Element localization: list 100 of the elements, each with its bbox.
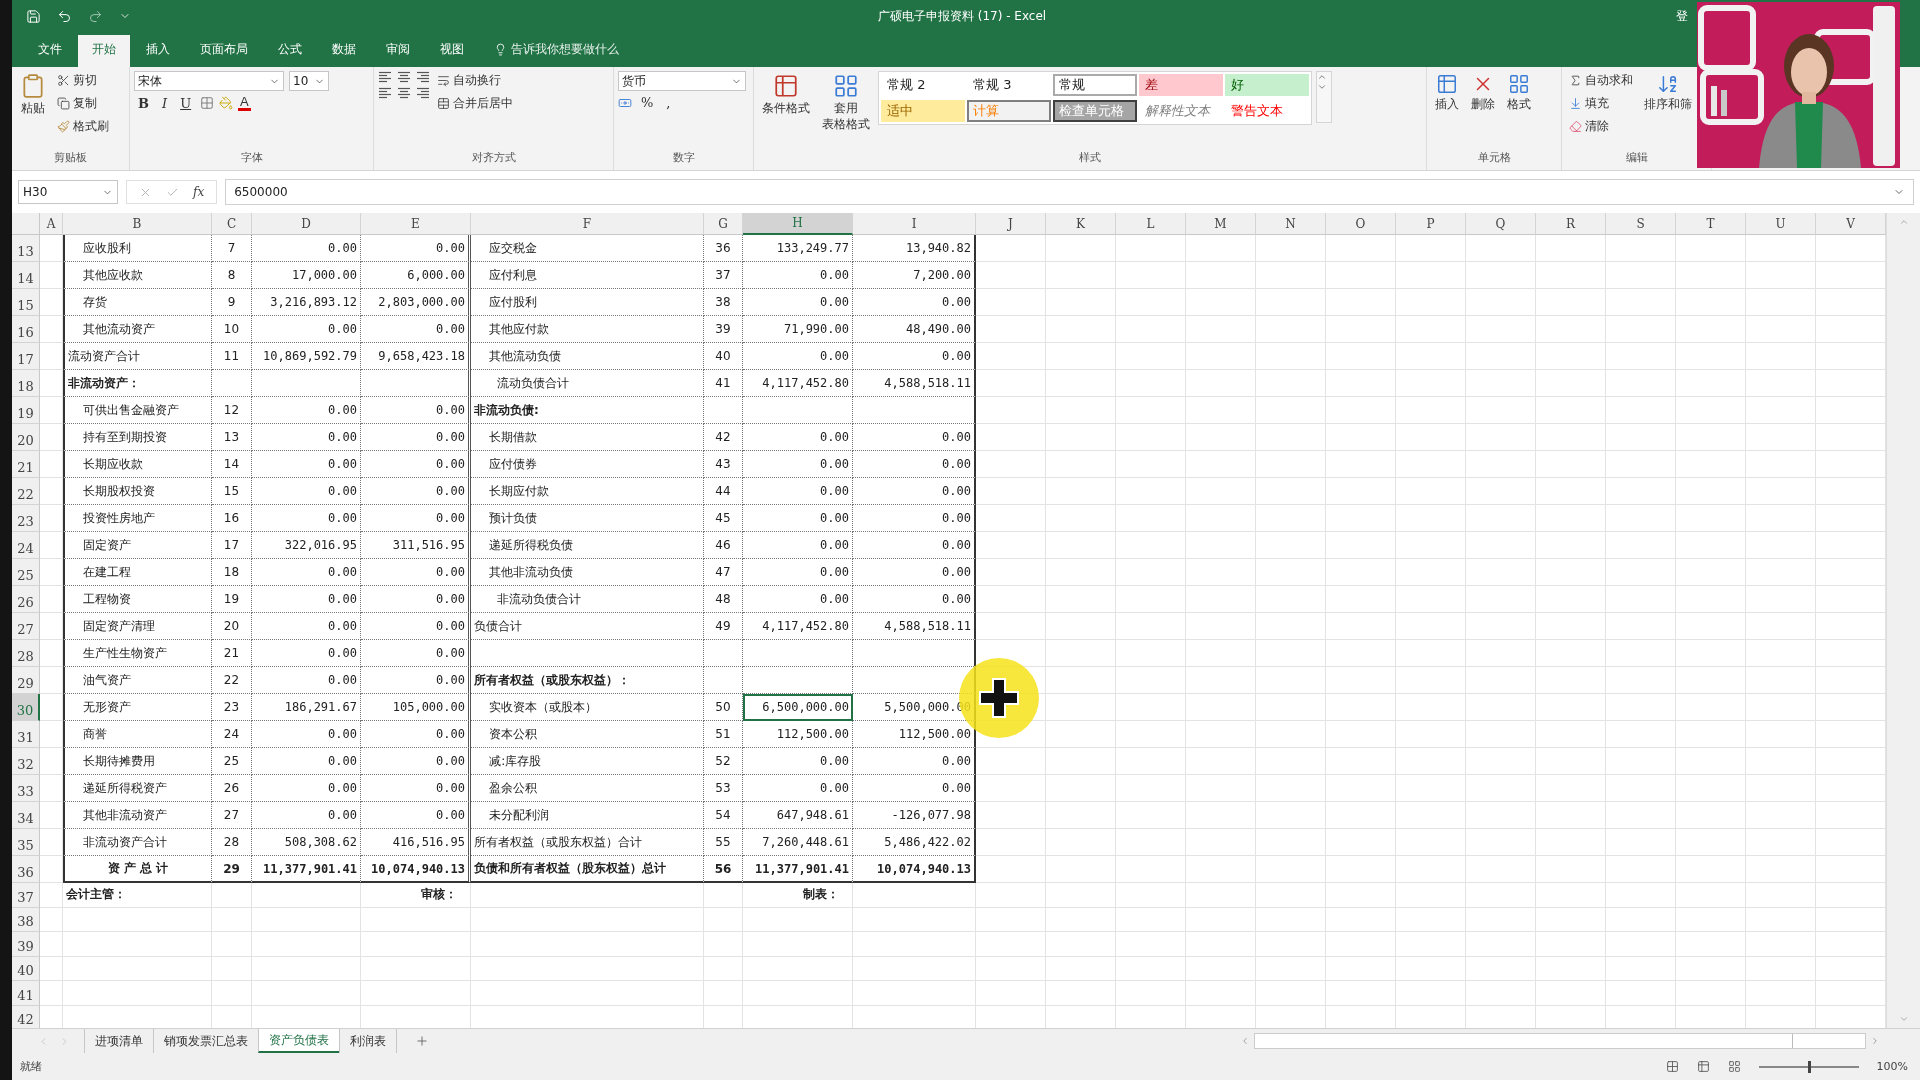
cell-style-option[interactable]: 差 (1139, 74, 1223, 96)
row-header[interactable]: 35 (12, 829, 40, 856)
wrap-text-button[interactable]: 自动换行 (434, 71, 516, 90)
ribbon-tab[interactable]: 开始 (78, 35, 130, 67)
underline-button[interactable]: U (176, 95, 196, 111)
cut-button[interactable]: 剪切 (54, 71, 112, 90)
row-header[interactable]: 30 (12, 694, 40, 721)
column-header[interactable]: F (471, 213, 704, 235)
horizontal-scrollbar[interactable] (1254, 1033, 1866, 1049)
row-header[interactable]: 24 (12, 532, 40, 559)
row-header[interactable]: 15 (12, 289, 40, 316)
sheet-tab[interactable]: 资产负债表 (258, 1029, 339, 1053)
column-header[interactable]: U (1746, 213, 1816, 235)
align-left-icon[interactable] (378, 87, 392, 99)
autosum-button[interactable]: 自动求和 (1566, 71, 1636, 90)
row-header[interactable]: 34 (12, 802, 40, 829)
column-header[interactable]: O (1326, 213, 1396, 235)
column-header[interactable]: C (212, 213, 252, 235)
format-painter-button[interactable]: 格式刷 (54, 117, 112, 136)
row-header[interactable]: 41 (12, 981, 40, 1006)
italic-button[interactable]: I (158, 95, 172, 111)
align-right-icon[interactable] (416, 87, 430, 99)
ribbon-tab[interactable]: 视图 (426, 35, 478, 67)
formula-field[interactable]: 6500000 (225, 179, 1914, 205)
column-header[interactable]: D (252, 213, 361, 235)
column-header[interactable]: V (1816, 213, 1886, 235)
row-header[interactable]: 25 (12, 559, 40, 586)
row-header[interactable]: 22 (12, 478, 40, 505)
align-right-icon[interactable] (416, 71, 430, 83)
conditional-format-button[interactable]: 条件格式 (758, 71, 814, 118)
row-header[interactable]: 13 (12, 235, 40, 262)
row-header[interactable]: 42 (12, 1005, 40, 1028)
font-size-field[interactable]: 10 (289, 71, 329, 91)
column-header[interactable]: N (1256, 213, 1326, 235)
ribbon-tab[interactable]: 公式 (264, 35, 316, 67)
column-header[interactable]: H (743, 213, 853, 235)
row-header[interactable]: 40 (12, 956, 40, 981)
row-header[interactable]: 31 (12, 721, 40, 748)
row-header[interactable]: 17 (12, 343, 40, 370)
row-header[interactable]: 18 (12, 370, 40, 397)
cell-style-option[interactable]: 常规 (1053, 74, 1137, 96)
zoom-level[interactable]: 100% (1876, 1060, 1908, 1073)
row-header[interactable]: 14 (12, 262, 40, 289)
ribbon-tab[interactable]: 文件 (24, 35, 76, 67)
format-button[interactable]: 格式 (1503, 71, 1535, 114)
merge-center-button[interactable]: 合并后居中 (434, 94, 516, 113)
column-header[interactable]: S (1606, 213, 1676, 235)
column-header[interactable]: A (40, 213, 63, 235)
column-header[interactable]: B (63, 213, 212, 235)
clear-button[interactable]: 清除 (1566, 117, 1636, 136)
comma-button[interactable]: , (662, 95, 675, 110)
row-header[interactable]: 28 (12, 640, 40, 667)
delete-button[interactable]: 删除 (1467, 71, 1499, 114)
sort-filter-button[interactable]: 排序和筛 (1640, 71, 1696, 114)
column-header[interactable]: T (1676, 213, 1746, 235)
fill-button[interactable]: 填充 (1566, 94, 1636, 113)
row-header[interactable]: 37 (12, 883, 40, 908)
row-header[interactable]: 38 (12, 907, 40, 932)
align-center-icon[interactable] (397, 71, 411, 83)
column-header[interactable]: Q (1466, 213, 1536, 235)
cell-style-option[interactable]: 好 (1225, 74, 1309, 96)
column-header[interactable]: R (1536, 213, 1606, 235)
column-header[interactable]: G (704, 213, 743, 235)
table-format-button[interactable]: 套用 表格格式 (818, 71, 874, 134)
bold-button[interactable]: B (134, 95, 153, 111)
column-header[interactable]: M (1186, 213, 1256, 235)
row-header[interactable]: 26 (12, 586, 40, 613)
row-header[interactable]: 23 (12, 505, 40, 532)
row-header[interactable]: 33 (12, 775, 40, 802)
row-header[interactable]: 16 (12, 316, 40, 343)
number-format-field[interactable]: 货币 (618, 71, 746, 91)
column-header[interactable]: E (361, 213, 471, 235)
row-header[interactable]: 21 (12, 451, 40, 478)
font-name-field[interactable]: 宋体 (134, 71, 284, 91)
row-header[interactable]: 32 (12, 748, 40, 775)
row-header[interactable]: 27 (12, 613, 40, 640)
row-header[interactable]: 29 (12, 667, 40, 694)
name-box[interactable]: H30 (18, 180, 118, 204)
font-color-button[interactable]: A (238, 95, 251, 111)
insert-function-button[interactable]: fx (193, 185, 205, 199)
column-header[interactable]: P (1396, 213, 1466, 235)
column-header[interactable]: K (1046, 213, 1116, 235)
sign-in-link[interactable]: 登 (1676, 8, 1688, 25)
paste-button[interactable]: 粘贴 (16, 71, 50, 118)
zoom-slider-thumb[interactable] (1807, 1060, 1811, 1073)
ribbon-tab[interactable]: 页面布局 (186, 35, 262, 67)
percent-button[interactable]: % (637, 95, 658, 110)
column-header[interactable]: I (853, 213, 976, 235)
align-center-icon[interactable] (397, 87, 411, 99)
align-left-icon[interactable] (378, 71, 392, 83)
row-header[interactable]: 20 (12, 424, 40, 451)
column-header[interactable]: J (976, 213, 1046, 235)
cell-style-option[interactable]: 适中 (881, 100, 965, 122)
ribbon-tab[interactable]: 数据 (318, 35, 370, 67)
row-header[interactable]: 19 (12, 397, 40, 424)
insert-button[interactable]: 插入 (1431, 71, 1463, 114)
ribbon-tab[interactable]: 审阅 (372, 35, 424, 67)
copy-button[interactable]: 复制 (54, 94, 112, 113)
tell-me-search[interactable]: 告诉我你想要做什么 (511, 41, 619, 58)
ribbon-tab[interactable]: 插入 (132, 35, 184, 67)
